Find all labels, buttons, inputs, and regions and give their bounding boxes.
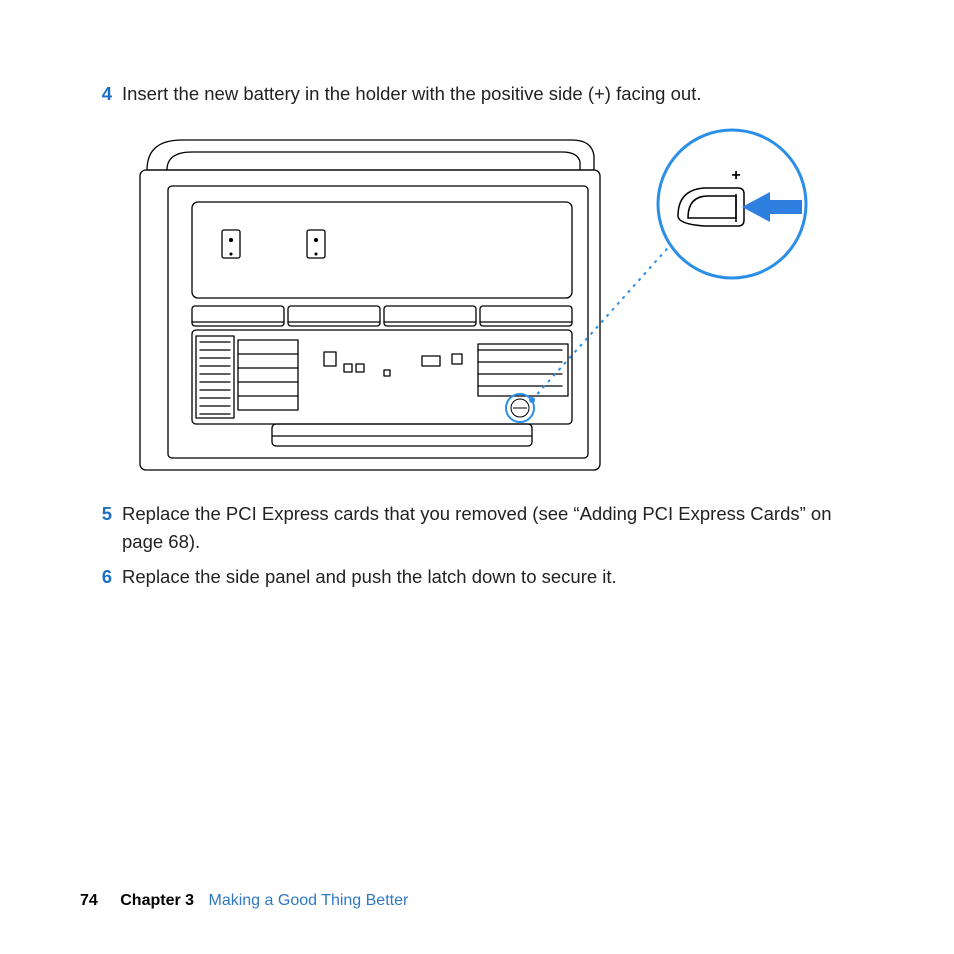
computer-interior-illustration: Line illustration of the interior of a d… [122,122,822,477]
step-4: 4 Insert the new battery in the holder w… [90,80,864,108]
document-page: 4 Insert the new battery in the holder w… [0,0,954,954]
battery-detail-callout: + [658,130,806,278]
step-number: 6 [90,563,122,591]
battery-install-figure: Line illustration of the interior of a d… [122,122,864,482]
step-number: 4 [90,80,122,108]
chapter-label: Chapter 3 [120,892,194,909]
positive-plus-label: + [731,167,740,184]
page-number: 74 [80,892,98,909]
page-footer: 74 Chapter 3 Making a Good Thing Better [80,892,408,910]
callout-leader [532,232,682,400]
step-text: Replace the side panel and push the latc… [122,563,864,591]
step-5: 5 Replace the PCI Express cards that you… [90,500,864,556]
step-text: Replace the PCI Express cards that you r… [122,500,864,556]
step-6: 6 Replace the side panel and push the la… [90,563,864,591]
step-number: 5 [90,500,122,528]
step-text: Insert the new battery in the holder wit… [122,80,864,108]
chapter-title: Making a Good Thing Better [209,892,409,909]
